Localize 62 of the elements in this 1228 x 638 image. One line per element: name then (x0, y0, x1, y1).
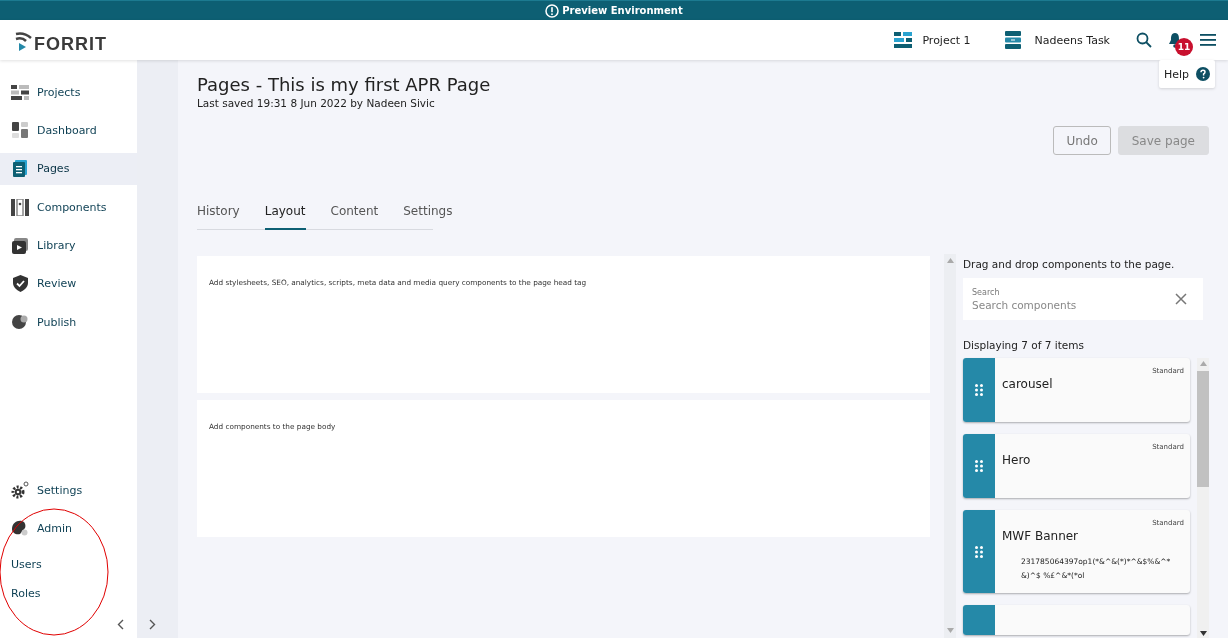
sidebar-item[interactable]: Library (0, 229, 137, 262)
grip-icon (975, 384, 983, 396)
sidebar-item[interactable]: Dashboard (0, 114, 137, 147)
sidebar-item[interactable]: Pages (0, 152, 137, 185)
help-label: Help (1163, 67, 1190, 81)
sidebar-subitem[interactable]: Users (0, 550, 137, 579)
help-tooltip[interactable]: Help (1159, 60, 1215, 88)
panels-icon (11, 198, 29, 216)
menu-icon[interactable] (1200, 34, 1216, 46)
card-title: carousel (1002, 377, 1054, 391)
shield-check-icon (12, 275, 28, 293)
last-saved-text: Last saved 19:31 8 Jun 2022 by Nadeen Sivic (197, 97, 436, 109)
grip-icon (975, 460, 983, 472)
document-icon (13, 160, 27, 178)
chevron-left-icon[interactable] (117, 619, 124, 630)
item-count: Displaying 7 of 7 items (963, 339, 1085, 351)
drawer-icon (1004, 31, 1021, 49)
scroll-up-icon[interactable] (946, 258, 954, 263)
page-title: Pages - This is my first APR Page (197, 74, 491, 95)
action-button[interactable]: Undo (1053, 126, 1111, 155)
logo-text: FORRIT (34, 35, 107, 53)
scrollbar[interactable] (1197, 358, 1209, 638)
banner-text: Preview Environment (562, 5, 683, 16)
grid-icon (894, 32, 913, 48)
play-folder-icon (12, 237, 28, 254)
alert-icon (545, 3, 560, 18)
close-icon[interactable] (1175, 293, 1187, 305)
helmet-icon (11, 520, 29, 536)
logo[interactable]: FORRIT (0, 31, 107, 53)
notification-badge: 11 (1175, 38, 1193, 56)
dashboard-icon (12, 122, 28, 139)
sidebar-item[interactable]: Publish (0, 306, 137, 339)
search-label: Search (972, 287, 1001, 297)
card-title: Hero (1002, 453, 1032, 467)
grip-icon (975, 545, 983, 558)
sidebar-subitem[interactable]: Roles (0, 579, 137, 608)
sidebar-item[interactable]: Admin (0, 512, 137, 544)
help-icon (1196, 67, 1211, 81)
scroll-down-icon[interactable] (1199, 631, 1207, 636)
search-input[interactable]: Search components (972, 298, 1132, 311)
tab[interactable]: History (197, 198, 240, 230)
sidebar-item[interactable]: Review (0, 267, 137, 300)
card-title: MWF Banner (1002, 529, 1080, 543)
tab[interactable]: Content (330, 198, 379, 230)
settings-icon (11, 481, 29, 499)
scroll-up-icon[interactable] (1199, 361, 1207, 366)
task-button[interactable]: Nadeens Task (1004, 31, 1110, 49)
search-icon[interactable] (1136, 32, 1152, 48)
tab[interactable]: Layout (264, 198, 306, 230)
chevron-right-icon[interactable] (149, 619, 156, 630)
panel-hint: Drag and drop components to the page. (963, 258, 1176, 270)
sidebar-item[interactable]: Projects (0, 76, 137, 108)
component-card[interactable] (963, 605, 1190, 635)
logo-icon (14, 31, 34, 53)
project-button[interactable]: Project 1 (894, 32, 971, 48)
scroll-thumb[interactable] (1197, 371, 1209, 487)
blocks-icon (11, 84, 29, 100)
tab[interactable]: Settings (403, 198, 453, 230)
notifications-button[interactable]: 11 (1168, 32, 1193, 56)
sidebar-item[interactable]: Components (0, 191, 137, 224)
scrollbar[interactable] (944, 254, 956, 638)
sidebar-item[interactable]: Settings (0, 474, 137, 506)
